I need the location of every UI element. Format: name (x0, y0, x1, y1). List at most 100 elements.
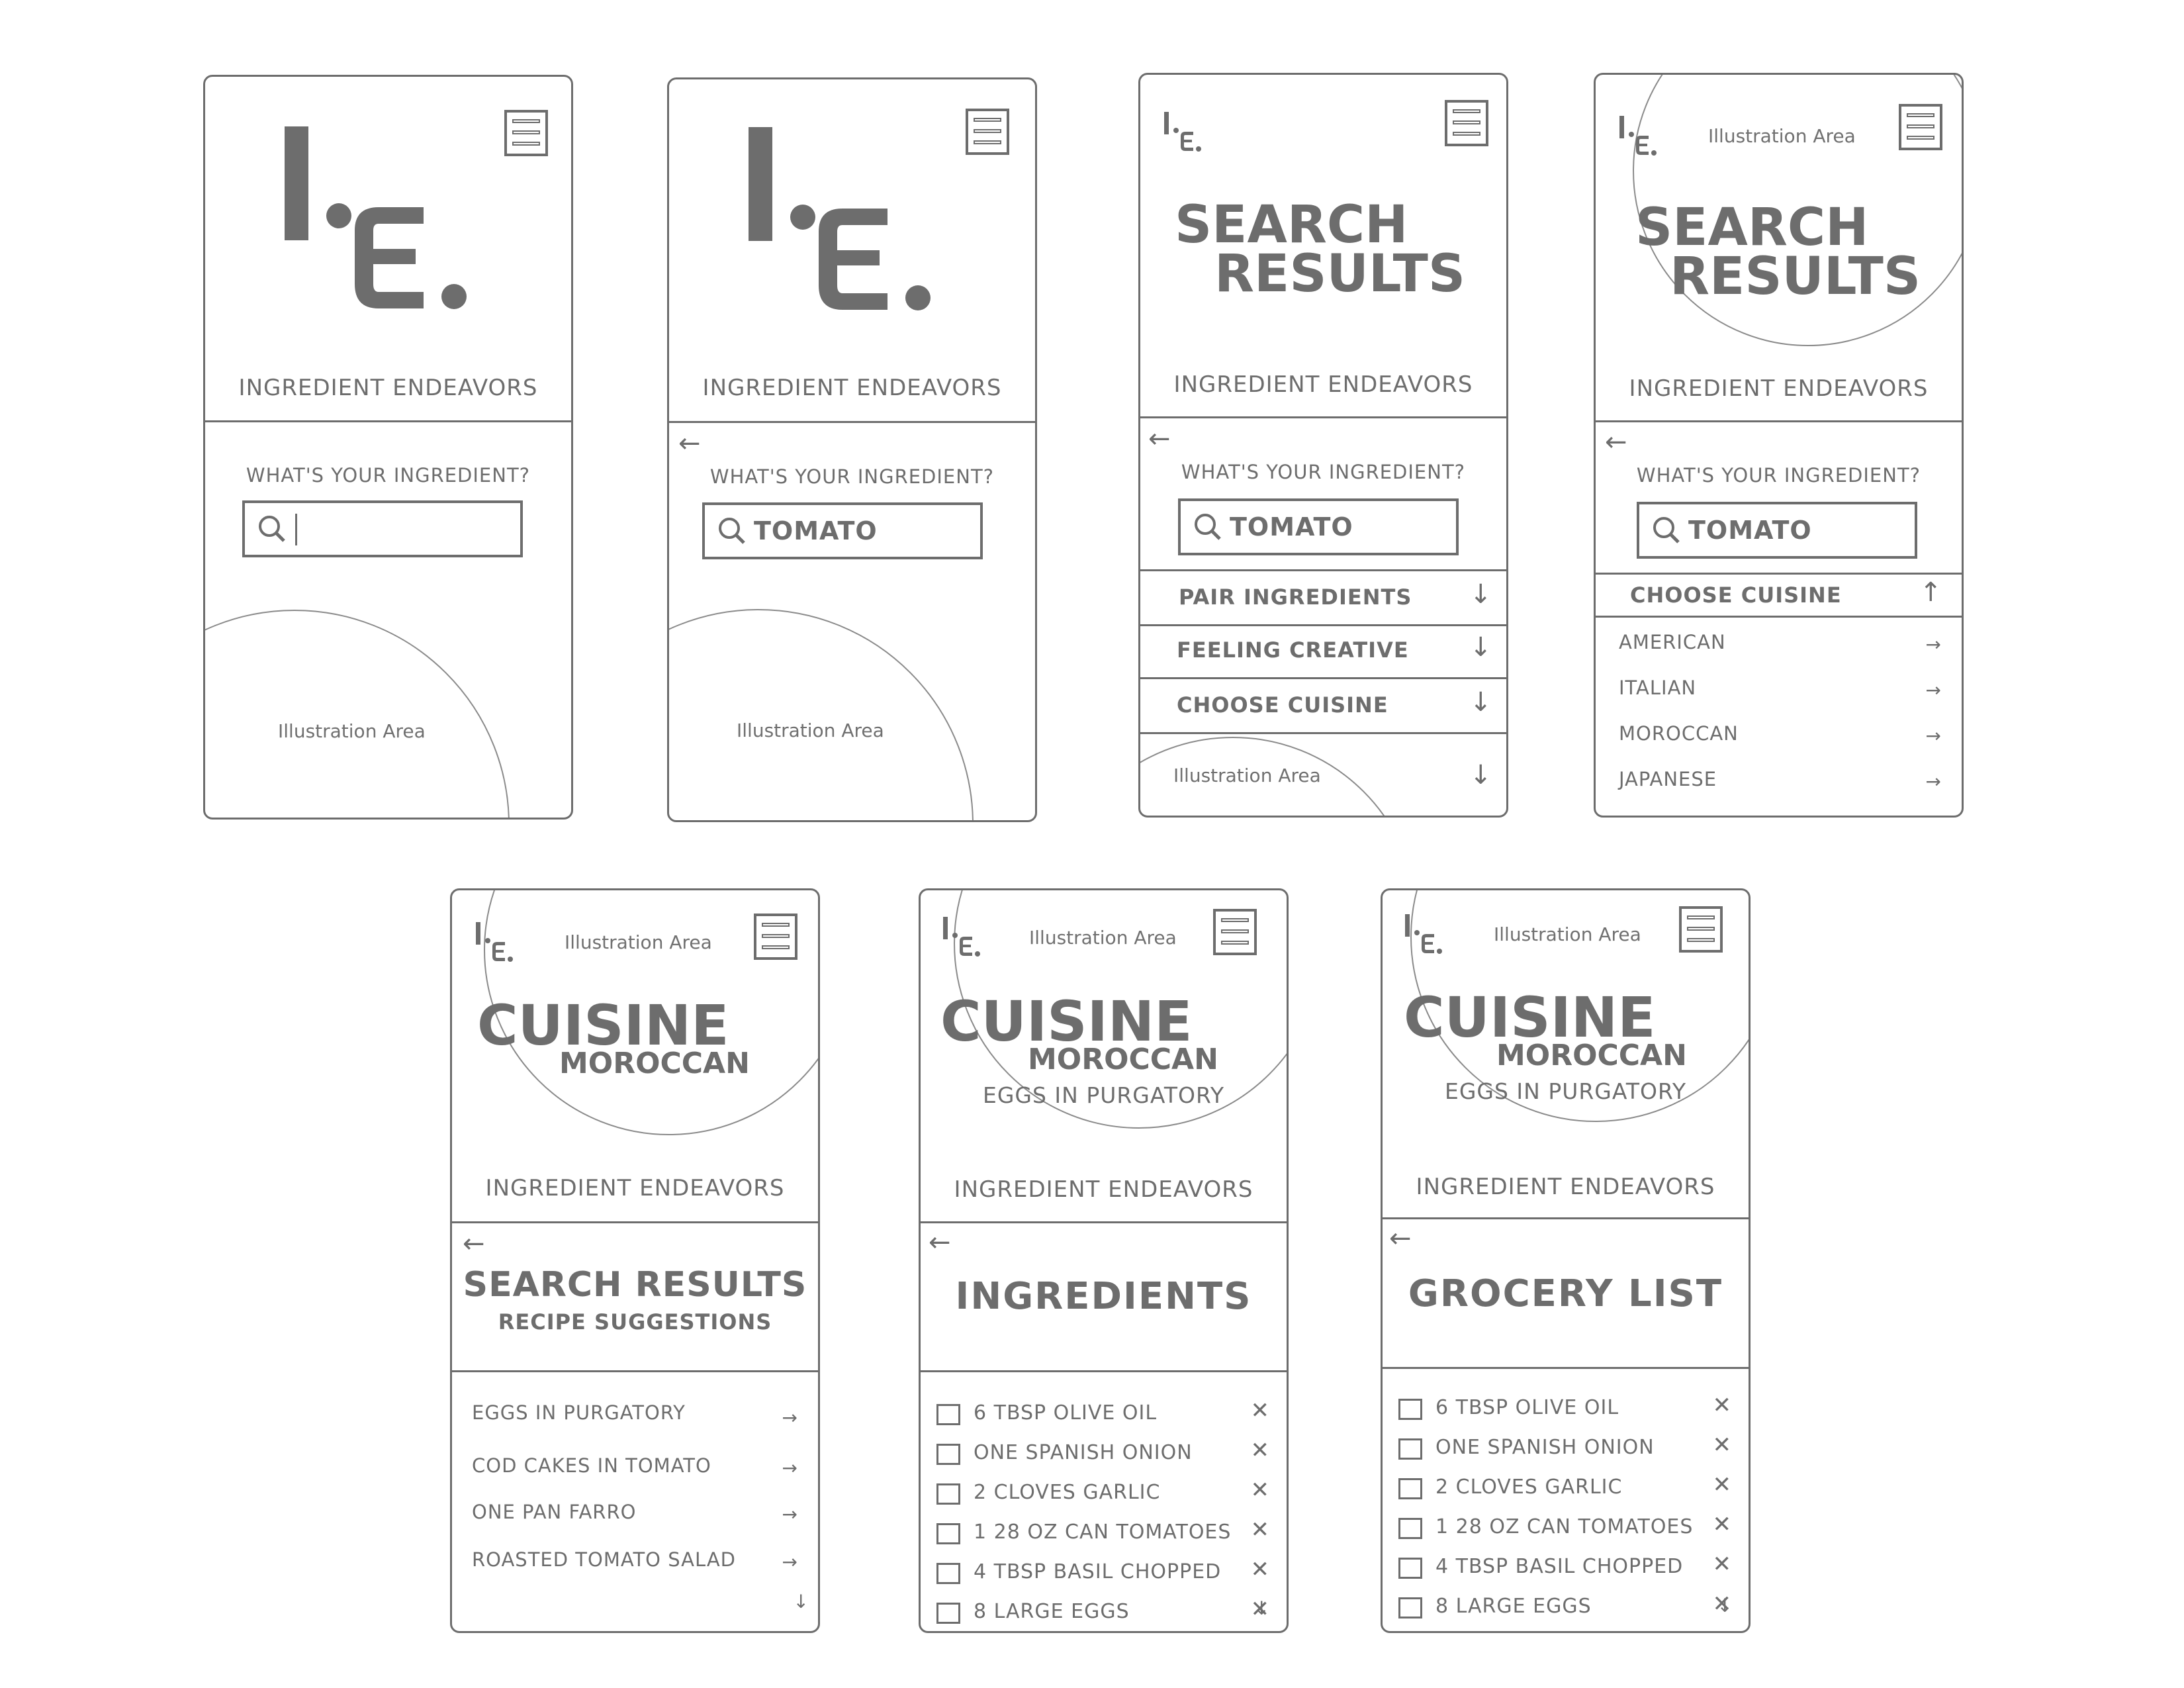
remove-item-icon[interactable]: ✕ (1251, 1556, 1270, 1583)
search-prompt: WHAT'S YOUR INGREDIENT? (709, 465, 995, 488)
logo-ie-icon (285, 126, 467, 309)
back-arrow-icon[interactable]: ← (463, 1231, 485, 1257)
header-divider (452, 1221, 818, 1223)
header-divider (669, 421, 1035, 423)
accordion-label: CHOOSE CUISINE (1630, 583, 1842, 608)
accordion-pair-ingredients[interactable]: PAIR INGREDIENTS ↓ (1140, 569, 1506, 626)
remove-item-icon[interactable]: ✕ (1713, 1551, 1732, 1577)
accordion-choose-cuisine[interactable]: CHOOSE CUISINE ↑ (1596, 573, 1962, 618)
remove-item-icon[interactable]: ✕ (1251, 1397, 1270, 1424)
scroll-down-icon[interactable]: ↓ (794, 1591, 809, 1613)
item-label: ONE SPANISH ONION (1435, 1436, 1655, 1459)
back-arrow-icon[interactable]: ← (1148, 426, 1171, 452)
search-icon (259, 516, 285, 542)
item-checkbox[interactable] (1398, 1558, 1422, 1579)
recipe-item[interactable]: ONE PAN FARRO → (472, 1501, 798, 1525)
remove-item-icon[interactable]: ✕ (1251, 1437, 1270, 1464)
logo-large (205, 77, 571, 355)
section-title: GROCERY LIST (1408, 1272, 1723, 1315)
hamburger-menu-icon[interactable] (1679, 906, 1723, 953)
logo-ie-icon (749, 127, 931, 310)
arrow-right-icon: → (1925, 725, 1942, 747)
back-arrow-icon[interactable]: ← (1605, 429, 1627, 455)
remove-item-icon[interactable]: ✕ (1713, 1472, 1732, 1498)
arrow-right-icon: → (782, 1407, 798, 1429)
item-checkbox[interactable] (936, 1404, 960, 1425)
logo-large (669, 79, 1035, 357)
header-divider (921, 1221, 1287, 1223)
item-label: ONE SPANISH ONION (974, 1441, 1193, 1464)
scroll-down-icon[interactable]: ↓ (1469, 762, 1492, 788)
page-subtitle: MOROCCAN (1028, 1043, 1218, 1076)
item-checkbox[interactable] (1398, 1518, 1422, 1539)
scroll-down-icon[interactable]: ↓ (1254, 1597, 1269, 1619)
item-checkbox[interactable] (1398, 1399, 1422, 1420)
accordion-feeling-creative[interactable]: FEELING CREATIVE ↓ (1140, 624, 1506, 679)
page-title-line1: SEARCH (1175, 195, 1408, 255)
option-label: MOROCCAN (1619, 722, 1739, 745)
remove-item-icon[interactable]: ✕ (1251, 1477, 1270, 1503)
item-checkbox[interactable] (936, 1483, 960, 1505)
item-label: 6 TBSP OLIVE OIL (974, 1401, 1158, 1425)
scroll-down-icon[interactable]: ↓ (1717, 1595, 1733, 1617)
illustration-area-label: Illustration Area (1029, 927, 1177, 949)
item-label: 1 28 OZ CAN TOMATOES (1435, 1515, 1694, 1538)
ingredient-search-input[interactable]: TOMATO (1637, 502, 1917, 559)
arrow-right-icon: → (782, 1551, 798, 1573)
brand-name: INGREDIENT ENDEAVORS (1629, 375, 1929, 402)
remove-item-icon[interactable]: ✕ (1713, 1511, 1732, 1538)
item-checkbox[interactable] (936, 1523, 960, 1544)
item-checkbox[interactable] (936, 1444, 960, 1465)
hamburger-menu-icon[interactable] (1213, 909, 1257, 955)
header-divider (1140, 416, 1506, 418)
arrow-right-icon: → (1925, 679, 1942, 701)
page-title-line2: RESULTS (1670, 247, 1921, 306)
section-title: INGREDIENTS (955, 1275, 1252, 1318)
hamburger-menu-icon[interactable] (1445, 100, 1488, 146)
arrow-right-icon: → (1925, 771, 1942, 792)
screen-recipe-suggestions: Illustration Area CUISINE MOROCCAN INGRE… (450, 888, 820, 1633)
remove-item-icon[interactable]: ✕ (1713, 1392, 1732, 1419)
ingredient-search-input[interactable]: TOMATO (1178, 498, 1459, 555)
back-arrow-icon[interactable]: ← (678, 430, 701, 457)
illustration-area-label: Illustration Area (1494, 923, 1641, 945)
search-icon (1653, 517, 1680, 543)
section-divider (452, 1370, 818, 1372)
illustration-area-label: Illustration Area (565, 931, 712, 953)
item-checkbox[interactable] (1398, 1597, 1422, 1618)
hamburger-menu-icon[interactable] (1899, 104, 1942, 150)
section-divider (921, 1370, 1287, 1372)
recipe-name: EGGS IN PURGATORY (982, 1082, 1224, 1108)
hamburger-menu-icon[interactable] (754, 914, 797, 960)
cuisine-option-american[interactable]: AMERICAN → (1619, 631, 1942, 655)
chevron-down-icon: ↓ (1469, 687, 1492, 718)
back-arrow-icon[interactable]: ← (1389, 1225, 1412, 1252)
remove-item-icon[interactable]: ✕ (1713, 1432, 1732, 1458)
accordion-choose-cuisine[interactable]: CHOOSE CUISINE ↓ (1140, 679, 1506, 734)
item-label: 4 TBSP BASIL CHOPPED (1435, 1555, 1684, 1578)
item-checkbox[interactable] (1398, 1478, 1422, 1499)
remove-item-icon[interactable]: ✕ (1251, 1517, 1270, 1543)
item-checkbox[interactable] (936, 1603, 960, 1624)
cuisine-option-japanese[interactable]: JAPANESE → (1619, 768, 1942, 792)
item-checkbox[interactable] (936, 1563, 960, 1584)
item-label: 6 TBSP OLIVE OIL (1435, 1396, 1619, 1419)
illustration-circle (205, 610, 510, 818)
ingredient-search-input[interactable]: TOMATO (702, 502, 983, 559)
screen-home-filled: INGREDIENT ENDEAVORS ← WHAT'S YOUR INGRE… (667, 77, 1037, 822)
recipe-item[interactable]: ROASTED TOMATO SALAD → (472, 1548, 798, 1573)
ingredient-search-input[interactable] (242, 500, 523, 557)
item-checkbox[interactable] (1398, 1438, 1422, 1460)
brand-name: INGREDIENT ENDEAVORS (1173, 371, 1473, 398)
recipe-item[interactable]: COD CAKES IN TOMATO → (472, 1454, 798, 1479)
chevron-up-icon: ↑ (1919, 577, 1942, 608)
screen-choose-cuisine: Illustration Area SEARCH RESULTS INGREDI… (1594, 73, 1964, 818)
illustration-area-label: Illustration Area (278, 720, 426, 742)
page-title: CUISINE (940, 989, 1193, 1054)
option-label: AMERICAN (1619, 631, 1726, 653)
recipe-label: COD CAKES IN TOMATO (472, 1454, 711, 1477)
cuisine-option-italian[interactable]: ITALIAN → (1619, 677, 1942, 701)
recipe-item[interactable]: EGGS IN PURGATORY → (472, 1401, 798, 1429)
back-arrow-icon[interactable]: ← (929, 1229, 951, 1256)
cuisine-option-moroccan[interactable]: MOROCCAN → (1619, 722, 1942, 747)
